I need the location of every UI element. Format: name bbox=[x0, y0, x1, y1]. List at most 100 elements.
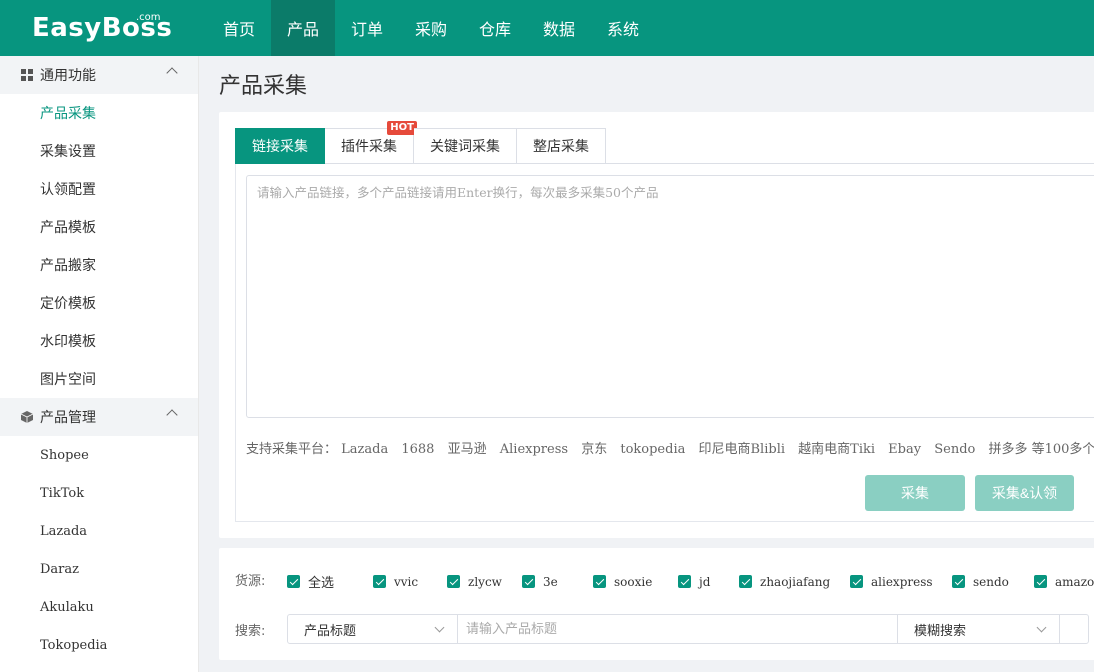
nav-orders[interactable]: 订单 bbox=[335, 0, 399, 56]
sidebar-item-product-move[interactable]: 产品搬家 bbox=[0, 246, 198, 284]
sidebar-item-akulaku[interactable]: Akulaku bbox=[0, 588, 198, 626]
platform-item: Sendo bbox=[934, 442, 976, 457]
checkbox-checked-icon bbox=[522, 575, 535, 588]
checkbox-sendo[interactable]: sendo bbox=[952, 575, 1034, 589]
checkbox-checked-icon bbox=[373, 575, 386, 588]
chevron-up-icon bbox=[166, 67, 178, 79]
checkbox-sooxie[interactable]: sooxie bbox=[593, 575, 678, 589]
product-link-textarea[interactable] bbox=[246, 175, 1094, 418]
grid-icon bbox=[20, 68, 34, 82]
sidebar-item-claim-config[interactable]: 认领配置 bbox=[0, 170, 198, 208]
platform-item: 拼多多 等100多个平台 bbox=[988, 442, 1094, 457]
chevron-down-icon bbox=[434, 622, 445, 632]
platform-item: tokopedia bbox=[620, 442, 686, 457]
platform-item: 印尼电商Blibli bbox=[698, 442, 786, 457]
nav-product[interactable]: 产品 bbox=[271, 0, 335, 56]
platform-item: 亚马逊 bbox=[447, 442, 487, 457]
platforms-prefix: 支持采集平台： bbox=[246, 442, 338, 457]
checkbox-label: sooxie bbox=[614, 574, 653, 589]
supported-platforms: 支持采集平台： Lazada 1688 亚马逊 Aliexpress 京东 to… bbox=[246, 438, 1094, 457]
checkbox-select-all[interactable]: 全选 bbox=[287, 572, 373, 591]
tab-label: 关键词采集 bbox=[430, 139, 500, 155]
top-navbar: EasyBoss .com 首页 产品 订单 采购 仓库 数据 系统 bbox=[0, 0, 1094, 56]
checkbox-jd[interactable]: jd bbox=[678, 575, 739, 589]
nav-data[interactable]: 数据 bbox=[527, 0, 591, 56]
chevron-up-icon bbox=[166, 409, 178, 421]
sidebar-item-product-collect[interactable]: 产品采集 bbox=[0, 94, 198, 132]
select-value: 模糊搜索 bbox=[914, 623, 967, 639]
checkbox-label: 全选 bbox=[308, 576, 335, 591]
box-icon bbox=[20, 410, 34, 424]
platform-item: 1688 bbox=[401, 442, 435, 457]
tab-label: 整店采集 bbox=[533, 139, 589, 155]
hot-badge: HOT bbox=[387, 121, 417, 135]
checkbox-aliexpress[interactable]: aliexpress bbox=[850, 575, 952, 589]
sidebar-item-collect-settings[interactable]: 采集设置 bbox=[0, 132, 198, 170]
sidebar-item-shopee[interactable]: Shopee bbox=[0, 436, 198, 474]
sidebar-group-general[interactable]: 通用功能 bbox=[0, 56, 198, 94]
platform-item: Ebay bbox=[888, 442, 922, 457]
tab-keyword-collect[interactable]: 关键词采集 bbox=[414, 128, 517, 164]
checkbox-label: zlycw bbox=[468, 574, 502, 589]
search-mode-select[interactable]: 模糊搜索 bbox=[897, 615, 1059, 643]
checkbox-checked-icon bbox=[850, 575, 863, 588]
nav-purchase[interactable]: 采购 bbox=[399, 0, 463, 56]
filter-card: 货源: 全选 vvic zlycw 3e sooxie jd zhaojiafa… bbox=[219, 548, 1094, 660]
brand-suffix: .com bbox=[136, 12, 161, 23]
checkbox-zhaojiafang[interactable]: zhaojiafang bbox=[739, 575, 850, 589]
platform-item: Aliexpress bbox=[499, 442, 569, 457]
source-checkboxes: 全选 vvic zlycw 3e sooxie jd zhaojiafang a… bbox=[287, 572, 1094, 591]
search-bar: 产品标题 模糊搜索 bbox=[287, 614, 1089, 644]
checkbox-label: jd bbox=[699, 574, 711, 589]
checkbox-3e[interactable]: 3e bbox=[522, 575, 593, 589]
nav-warehouse[interactable]: 仓库 bbox=[463, 0, 527, 56]
collect-and-claim-button[interactable]: 采集&认领 bbox=[975, 475, 1074, 511]
platform-item: Lazada bbox=[341, 442, 389, 457]
checkbox-checked-icon bbox=[678, 575, 691, 588]
checkbox-label: aliexpress bbox=[871, 574, 933, 589]
tab-label: 链接采集 bbox=[252, 139, 308, 155]
source-label: 货源: bbox=[235, 574, 266, 589]
tab-plugin-collect[interactable]: 插件采集 HOT bbox=[325, 121, 417, 164]
checkbox-label: 3e bbox=[543, 574, 558, 589]
sidebar-item-watermark-template[interactable]: 水印模板 bbox=[0, 322, 198, 360]
collect-card: 链接采集 插件采集 HOT 关键词采集 整店采集 支持采集平台： Lazada 1… bbox=[219, 112, 1094, 538]
checkbox-checked-icon bbox=[287, 575, 300, 588]
checkbox-vvic[interactable]: vvic bbox=[373, 575, 447, 589]
checkbox-checked-icon bbox=[447, 575, 460, 588]
checkbox-zlycw[interactable]: zlycw bbox=[447, 575, 522, 589]
checkbox-checked-icon bbox=[1034, 575, 1047, 588]
search-input[interactable] bbox=[458, 615, 897, 643]
checkbox-label: amazon bbox=[1055, 574, 1094, 589]
sidebar-item-lazada[interactable]: Lazada bbox=[0, 512, 198, 550]
sidebar: 通用功能 产品采集 采集设置 认领配置 产品模板 产品搬家 定价模板 水印模板 … bbox=[0, 56, 199, 672]
main-nav: 首页 产品 订单 采购 仓库 数据 系统 bbox=[207, 0, 655, 56]
sidebar-item-tiktok[interactable]: TikTok bbox=[0, 474, 198, 512]
platform-item: 越南电商Tiki bbox=[798, 442, 876, 457]
tab-store-collect[interactable]: 整店采集 bbox=[517, 128, 606, 164]
sidebar-item-tokopedia[interactable]: Tokopedia bbox=[0, 626, 198, 664]
search-field-select[interactable]: 产品标题 bbox=[288, 615, 458, 643]
brand-logo[interactable]: EasyBoss .com bbox=[0, 0, 199, 56]
nav-home[interactable]: 首页 bbox=[207, 0, 271, 56]
search-label: 搜索: bbox=[235, 624, 266, 639]
sidebar-group-product-management[interactable]: 产品管理 bbox=[0, 398, 198, 436]
tab-label: 插件采集 bbox=[341, 139, 397, 155]
sidebar-item-daraz[interactable]: Daraz bbox=[0, 550, 198, 588]
collect-button[interactable]: 采集 bbox=[865, 475, 965, 511]
search-extra-select[interactable] bbox=[1059, 615, 1088, 643]
checkbox-checked-icon bbox=[952, 575, 965, 588]
checkbox-label: sendo bbox=[973, 574, 1009, 589]
checkbox-checked-icon bbox=[593, 575, 606, 588]
collect-tabs: 链接采集 插件采集 HOT 关键词采集 整店采集 bbox=[235, 121, 1094, 164]
platform-item: 京东 bbox=[581, 442, 608, 457]
sidebar-item-pricing-template[interactable]: 定价模板 bbox=[0, 284, 198, 322]
sidebar-item-product-template[interactable]: 产品模板 bbox=[0, 208, 198, 246]
checkbox-label: vvic bbox=[394, 574, 419, 589]
chevron-down-icon bbox=[1036, 622, 1047, 632]
checkbox-amazon[interactable]: amazon bbox=[1034, 575, 1094, 589]
nav-system[interactable]: 系统 bbox=[591, 0, 655, 56]
sidebar-item-image-space[interactable]: 图片空间 bbox=[0, 360, 198, 398]
tab-link-collect[interactable]: 链接采集 bbox=[235, 128, 325, 164]
select-value: 产品标题 bbox=[304, 623, 357, 639]
